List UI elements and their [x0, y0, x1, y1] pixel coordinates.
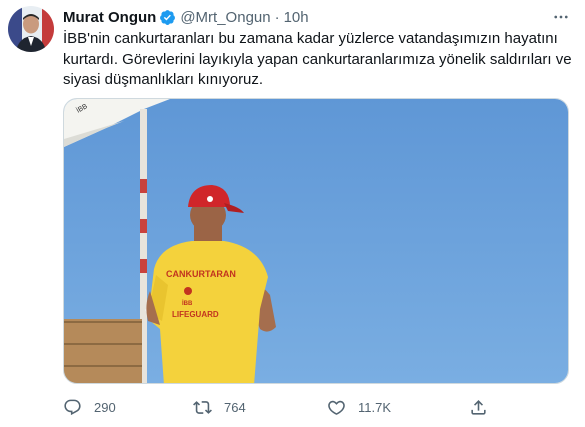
- tweet-text-line: kurtardı. Görevlerini layıkıyla yapan ca…: [63, 50, 572, 68]
- verified-badge-icon: [159, 9, 176, 26]
- like-icon: [328, 400, 345, 415]
- reply-icon: [64, 399, 81, 415]
- avatar-image: [8, 6, 54, 52]
- tweet-text: İBB'nin cankurtaranları bu zamana kadar …: [63, 29, 573, 91]
- reply-count: 290: [94, 399, 116, 415]
- like-count: 11.7K: [358, 399, 392, 415]
- avatar[interactable]: [8, 6, 54, 52]
- retweet-count: 764: [224, 399, 246, 415]
- tweet-photo[interactable]: İBB CANKURTARAN İBB LIFEGUARD: [63, 98, 569, 384]
- retweet-icon: [193, 400, 212, 414]
- retweet-button[interactable]: 764: [193, 396, 246, 418]
- tweet-header: Murat Ongun @Mrt_Ongun · 10h: [63, 7, 575, 27]
- tweet-actions: 290 764 11.7K: [63, 396, 503, 418]
- like-button[interactable]: 11.7K: [327, 396, 391, 418]
- separator-dot: ·: [274, 8, 280, 26]
- shirt-text: İBB: [182, 300, 193, 307]
- shirt-text: LIFEGUARD: [172, 310, 219, 319]
- tweet-text-line: İBB'nin cankurtaranları bu zamana kadar …: [63, 30, 558, 47]
- author-handle[interactable]: @Mrt_Ongun: [180, 9, 270, 26]
- share-icon: [471, 399, 486, 415]
- share-button[interactable]: [469, 396, 488, 418]
- more-icon[interactable]: [547, 7, 575, 27]
- shirt-text: CANKURTARAN: [166, 269, 236, 279]
- reply-button[interactable]: 290: [63, 396, 116, 418]
- lifeguard-photo: İBB CANKURTARAN İBB LIFEGUARD: [64, 99, 568, 383]
- tweet-time[interactable]: 10h: [284, 9, 309, 26]
- author-name[interactable]: Murat Ongun: [63, 9, 156, 26]
- tweet-card[interactable]: Murat Ongun @Mrt_Ongun · 10h İBB'nin can…: [0, 0, 585, 427]
- tweet-text-line: siyasi düşmanlıkları kınıyoruz.: [63, 71, 264, 88]
